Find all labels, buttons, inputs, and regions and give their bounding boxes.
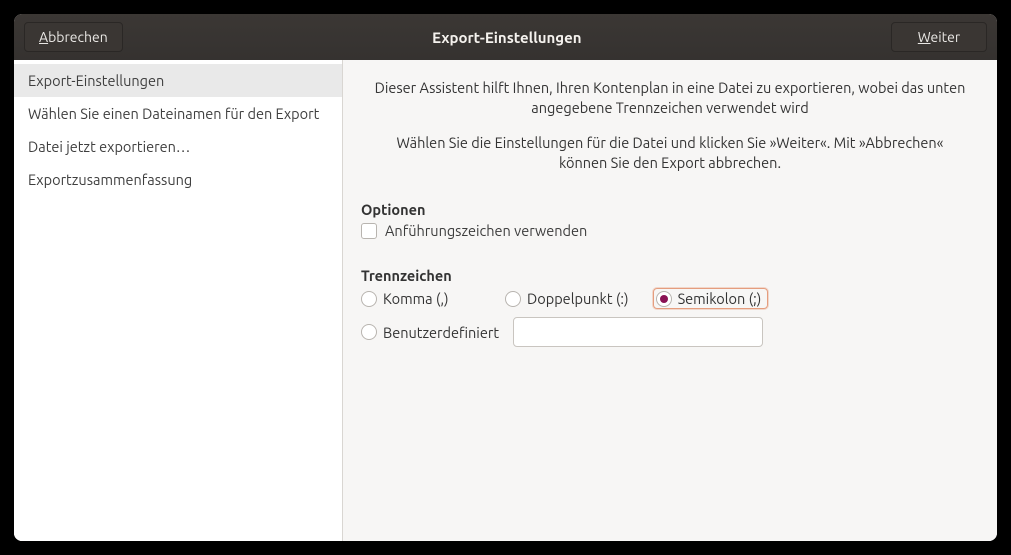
step-export-now[interactable]: Datei jetzt exportieren… xyxy=(14,130,342,163)
step-choose-filename[interactable]: Wählen Sie einen Dateinamen für den Expo… xyxy=(14,97,342,130)
separator-colon-label: Doppelpunkt (:) xyxy=(527,290,629,307)
use-quotes-label: Anführungszeichen verwenden xyxy=(385,222,587,239)
intro-text: Dieser Assistent hilft Ihnen, Ihren Kont… xyxy=(361,78,979,173)
radio-icon xyxy=(656,291,672,307)
cancel-mnemonic: A xyxy=(39,29,48,45)
options-heading: Optionen xyxy=(361,201,979,218)
separator-custom-input[interactable] xyxy=(513,317,763,347)
wizard-steps-sidebar: Export-Einstellungen Wählen Sie einen Da… xyxy=(14,60,343,541)
cancel-rest: bbrechen xyxy=(48,29,108,45)
cancel-button[interactable]: Abbrechen xyxy=(24,22,123,52)
separator-custom-radio[interactable]: Benutzerdefiniert xyxy=(361,324,499,341)
step-export-settings[interactable]: Export-Einstellungen xyxy=(14,64,342,97)
separators-heading: Trennzeichen xyxy=(361,267,979,284)
window-body: Export-Einstellungen Wählen Sie einen Da… xyxy=(14,60,997,541)
separator-semicolon-label: Semikolon (;) xyxy=(678,290,762,307)
next-rest: eiter xyxy=(931,29,961,45)
radio-icon xyxy=(505,291,521,307)
checkbox-icon xyxy=(361,223,377,239)
separator-colon-radio[interactable]: Doppelpunkt (:) xyxy=(505,290,629,307)
main-panel: Dieser Assistent hilft Ihnen, Ihren Kont… xyxy=(343,60,997,541)
use-quotes-checkbox[interactable]: Anführungszeichen verwenden xyxy=(361,222,979,239)
step-summary[interactable]: Exportzusammenfassung xyxy=(14,163,342,196)
separator-radio-group: Komma (,) Doppelpunkt (:) Semikolon (;) … xyxy=(361,288,979,347)
radio-icon xyxy=(361,324,377,340)
titlebar: Abbrechen Export-Einstellungen Weiter xyxy=(14,14,997,60)
separator-comma-radio[interactable]: Komma (,) xyxy=(361,290,481,307)
next-button[interactable]: Weiter xyxy=(891,22,987,52)
intro-paragraph-2: Wählen Sie die Einstellungen für die Dat… xyxy=(371,133,969,174)
separator-custom-label: Benutzerdefiniert xyxy=(383,324,499,341)
separator-comma-label: Komma (,) xyxy=(383,290,449,307)
intro-paragraph-1: Dieser Assistent hilft Ihnen, Ihren Kont… xyxy=(371,78,969,119)
next-mnemonic: W xyxy=(918,29,931,45)
radio-icon xyxy=(361,291,377,307)
window-title: Export-Einstellungen xyxy=(123,29,891,46)
export-settings-window: Abbrechen Export-Einstellungen Weiter Ex… xyxy=(14,14,997,541)
separator-semicolon-radio[interactable]: Semikolon (;) xyxy=(653,288,769,309)
